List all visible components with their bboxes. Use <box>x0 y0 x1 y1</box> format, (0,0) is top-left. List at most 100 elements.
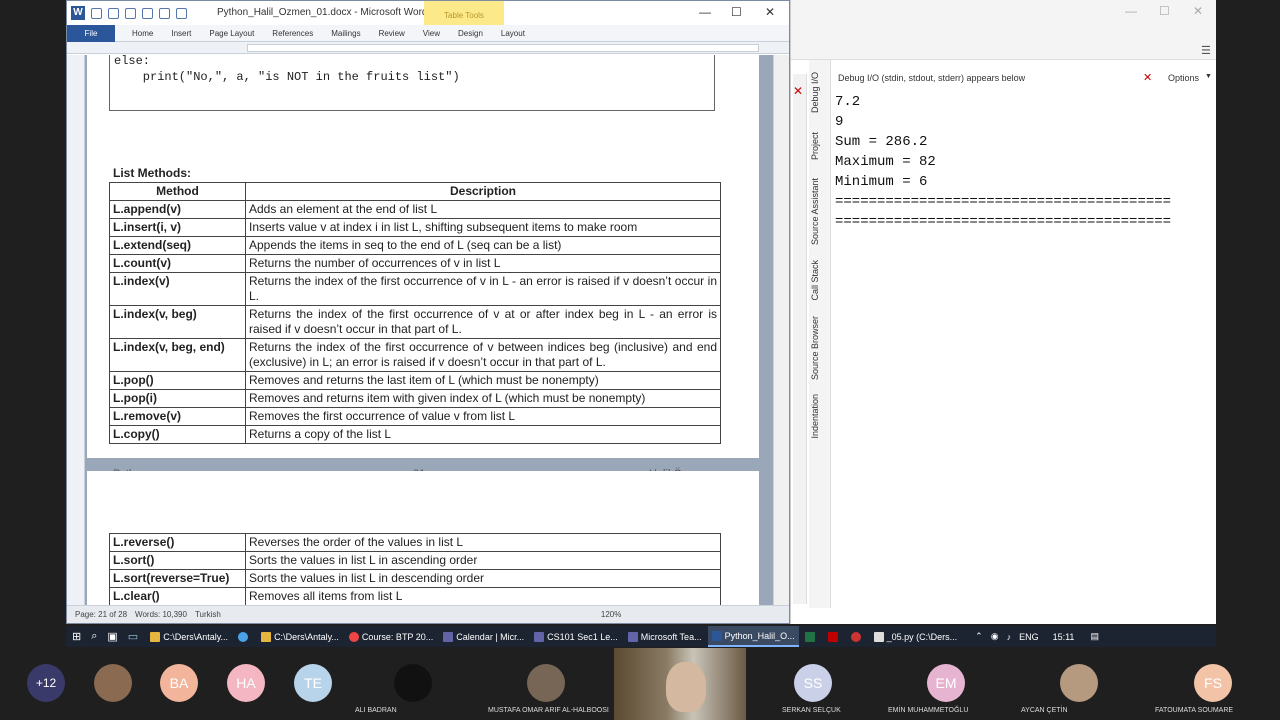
taskbar-app-chrome[interactable] <box>234 626 255 647</box>
taskbar-app-explorer-1[interactable]: C:\Ders\Antaly... <box>146 626 232 647</box>
tab-source-browser[interactable]: Source Browser <box>810 316 820 380</box>
description-cell: Removes and returns the last item of L (… <box>245 371 721 390</box>
clear-io-icon[interactable]: ✕ <box>1143 71 1152 84</box>
taskbar-app-tool[interactable] <box>847 626 868 647</box>
tab-call-stack[interactable]: Call Stack <box>810 260 820 301</box>
document-vertical-scrollbar[interactable] <box>773 55 789 607</box>
method-cell: L.copy() <box>109 425 246 444</box>
ide-close-icon[interactable]: ✕ <box>1193 4 1203 18</box>
language-indicator[interactable]: ENG <box>1019 632 1039 642</box>
participant-avatar[interactable]: HA <box>227 664 265 702</box>
open-icon[interactable] <box>159 7 170 19</box>
excel-icon <box>804 631 815 642</box>
remote-desktop-icon[interactable]: ▭ <box>128 630 138 643</box>
taskbar-app-excel[interactable] <box>801 626 822 647</box>
tab-project[interactable]: Project <box>810 132 820 160</box>
tab-references[interactable]: References <box>272 29 313 38</box>
tab-review[interactable]: Review <box>379 29 405 38</box>
clock[interactable]: 15:11 <box>1053 632 1075 642</box>
taskbar-app-course[interactable]: Course: BTP 20... <box>345 626 437 647</box>
taskbar-app-teams[interactable]: Microsoft Tea... <box>624 626 706 647</box>
folder-icon <box>261 631 272 642</box>
new-doc-icon[interactable] <box>142 7 153 19</box>
taskbar-app-explorer-2[interactable]: C:\Ders\Antaly... <box>257 626 343 647</box>
horizontal-ruler[interactable] <box>67 42 789 54</box>
folder-icon <box>150 631 161 642</box>
taskbar-app-word[interactable]: Python_Halil_O... <box>707 626 799 647</box>
tab-view[interactable]: View <box>423 29 440 38</box>
participant-avatar[interactable]: TE <box>294 664 332 702</box>
close-editor-icon[interactable]: ✕ <box>793 84 803 98</box>
table-tools-label: Table Tools <box>424 1 504 25</box>
tab-home[interactable]: Home <box>132 29 153 38</box>
undo-icon[interactable] <box>108 7 119 19</box>
tab-indentation[interactable]: Indentation <box>810 394 820 439</box>
taskbar-app-label: Course: BTP 20... <box>361 631 434 642</box>
code-block: else: print("No,", a, "is NOT in the fru… <box>109 55 715 111</box>
tab-file[interactable]: File <box>67 24 115 42</box>
description-cell: Returns a copy of the list L <box>245 425 721 444</box>
save-icon[interactable] <box>91 7 102 19</box>
tray-chevron-icon[interactable]: ⌃ <box>975 631 983 642</box>
presenter-face <box>666 662 706 712</box>
close-icon[interactable]: ✕ <box>765 5 775 19</box>
participant-avatar[interactable]: EM <box>927 664 965 702</box>
ide-minimize-icon[interactable]: — <box>1125 4 1137 18</box>
participant-avatar[interactable]: BA <box>160 664 198 702</box>
chevron-down-icon[interactable]: ▼ <box>1205 73 1212 80</box>
windows-start-icon[interactable]: ⊞ <box>72 630 81 643</box>
document-area[interactable]: else: print("No,", a, "is NOT in the fru… <box>67 55 773 607</box>
method-cell: L.sort(reverse=True) <box>109 569 246 588</box>
taskbar-app-filezilla[interactable] <box>824 626 845 647</box>
network-icon[interactable]: ◉ <box>991 631 999 642</box>
menu-icon[interactable]: ☰ <box>1201 44 1211 57</box>
taskbar-app-calendar[interactable]: Calendar | Micr... <box>439 626 528 647</box>
tab-insert[interactable]: Insert <box>171 29 191 38</box>
tab-page-layout[interactable]: Page Layout <box>209 29 254 38</box>
tab-source-assistant[interactable]: Source Assistant <box>810 178 820 245</box>
participant-avatar[interactable] <box>527 664 565 702</box>
tab-layout[interactable]: Layout <box>501 29 525 38</box>
task-view-icon[interactable]: ▣ <box>107 630 117 643</box>
zoom-level[interactable]: 120% <box>601 610 621 619</box>
ide-toolbar: — ☐ ✕ ☰ <box>791 0 1216 60</box>
participant-avatar[interactable] <box>394 664 432 702</box>
editor-scrollbar[interactable] <box>792 74 807 604</box>
search-icon[interactable]: ⌕ <box>91 630 97 643</box>
debug-console-output[interactable]: 7.2 9 Sum = 286.2 Maximum = 82 Minimum =… <box>835 92 1171 232</box>
method-cell: L.extend(seq) <box>109 236 246 255</box>
word-title-bar: W Python_Halil_Ozmen_01.docx - Microsoft… <box>67 1 789 25</box>
description-cell: Sorts the values in list L in ascending … <box>245 551 721 570</box>
taskbar-app-cs101[interactable]: CS101 Sec1 Le... <box>530 626 622 647</box>
participant-avatar[interactable] <box>94 664 132 702</box>
language-indicator[interactable]: Turkish <box>195 610 221 619</box>
print-icon[interactable] <box>176 7 187 19</box>
table-row: L.append(v) Adds an element at the end of… <box>109 200 721 219</box>
participant-name: AYCAN ÇETİN <box>1021 707 1068 714</box>
description-cell: Reverses the order of the values in list… <box>245 533 721 552</box>
redo-icon[interactable] <box>125 7 136 19</box>
participant-avatar[interactable]: SS <box>794 664 832 702</box>
tab-design[interactable]: Design <box>458 29 483 38</box>
participant-avatar[interactable]: FS <box>1194 664 1232 702</box>
participant-avatar[interactable] <box>1060 664 1098 702</box>
page-count[interactable]: Page: 21 of 28 <box>75 610 127 619</box>
more-participants-badge[interactable]: +12 <box>27 664 65 702</box>
table-row: L.pop() Removes and returns the last item… <box>109 371 721 390</box>
tab-mailings[interactable]: Mailings <box>331 29 360 38</box>
maximize-icon[interactable]: ☐ <box>731 5 742 19</box>
minimize-icon[interactable]: — <box>699 5 711 19</box>
word-count[interactable]: Words: 10,390 <box>135 610 187 619</box>
options-menu[interactable]: Options <box>1168 73 1199 83</box>
browser-icon <box>348 631 359 642</box>
description-cell: Returns the index of the first occurrenc… <box>245 305 721 339</box>
method-cell: L.index(v) <box>109 272 246 306</box>
vertical-ruler[interactable] <box>67 55 85 607</box>
list-methods-heading: List Methods: <box>113 166 191 180</box>
taskbar-app-ide[interactable]: _05.py (C:\Ders... <box>870 626 962 647</box>
volume-icon[interactable]: ♪ <box>1007 632 1012 642</box>
notifications-icon[interactable]: ▤ <box>1090 631 1099 642</box>
ide-maximize-icon[interactable]: ☐ <box>1159 4 1170 18</box>
tab-debug-io[interactable]: Debug I/O <box>810 72 820 113</box>
participant-name: ALI BADRAN <box>355 707 397 714</box>
